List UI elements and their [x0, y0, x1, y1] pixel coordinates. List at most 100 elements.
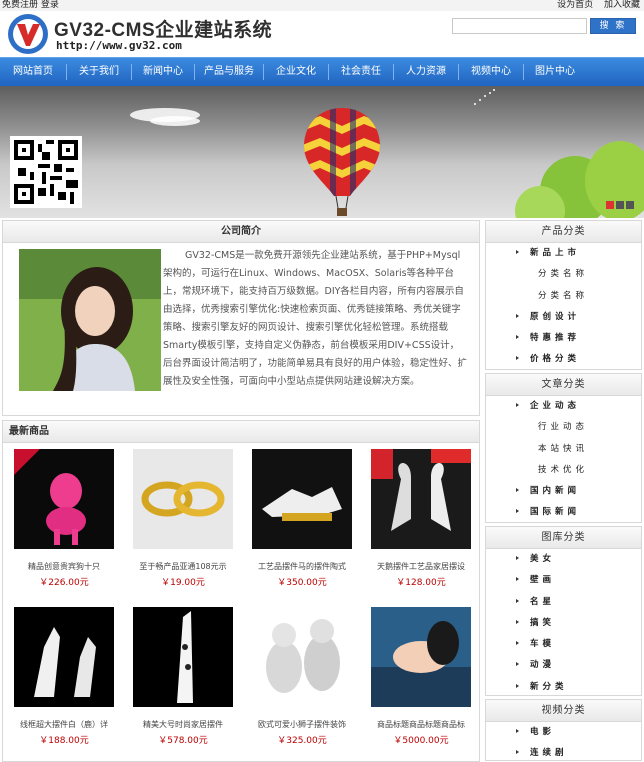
product-name[interactable]: 天鹅摆件工艺品家居摆设: [365, 561, 477, 571]
category-item[interactable]: 搞笑: [486, 613, 641, 634]
product-card[interactable]: 精品创意贵宾狗十只 ￥226.00元: [8, 449, 120, 588]
category-label[interactable]: 技术优化: [538, 460, 588, 481]
product-name[interactable]: 商品标题商品标题商品标: [365, 719, 477, 729]
product-price: ￥325.00元: [277, 736, 327, 746]
set-home-link[interactable]: 设为首页: [557, 0, 593, 10]
category-item[interactable]: 美女: [486, 549, 641, 570]
product-card[interactable]: 线框超大摆件白（鹿）详 ￥188.00元: [8, 607, 120, 746]
category-item[interactable]: 名星: [486, 592, 641, 613]
product-image[interactable]: [133, 449, 233, 549]
product-card[interactable]: 精美大号时尚家居摆件 ￥578.00元: [127, 607, 239, 746]
category-label[interactable]: 原创设计: [530, 307, 580, 328]
category-label[interactable]: 车模: [530, 634, 555, 655]
category-label[interactable]: 新品上市: [530, 243, 580, 264]
category-item[interactable]: 壁画: [486, 570, 641, 591]
category-item[interactable]: 原创设计: [486, 307, 641, 328]
category-item[interactable]: 企业动态: [486, 396, 641, 417]
hot-air-balloon-graphic: [304, 108, 380, 216]
category-label[interactable]: 国内新闻: [530, 481, 580, 502]
product-card[interactable]: 天鹅摆件工艺品家居摆设 ￥128.00元: [365, 449, 477, 588]
category-label[interactable]: 搞笑: [530, 613, 555, 634]
product-card[interactable]: 工艺品摆件马的摆件陶式 ￥350.00元: [246, 449, 358, 588]
category-item[interactable]: 分类名称: [486, 264, 641, 285]
product-photo: [133, 607, 233, 707]
product-name[interactable]: 至于畅产品亚通108元示: [127, 561, 239, 571]
product-name[interactable]: 工艺品摆件马的摆件陶式: [246, 561, 358, 571]
company-photo-image: [19, 249, 161, 391]
category-item[interactable]: 技术优化: [486, 460, 641, 481]
product-name[interactable]: 线框超大摆件白（鹿）详: [8, 719, 120, 729]
search-button[interactable]: 搜 索: [590, 18, 636, 34]
hero-banner[interactable]: [0, 86, 644, 218]
category-item[interactable]: 价格分类: [486, 349, 641, 370]
qr-code: [10, 136, 82, 208]
video-category-title: 视频分类: [486, 700, 641, 722]
product-image[interactable]: [371, 449, 471, 549]
category-label[interactable]: 电影: [530, 722, 555, 743]
site-logo-icon[interactable]: [6, 13, 50, 55]
product-name[interactable]: 精美大号时尚家居摆件: [127, 719, 239, 729]
product-name[interactable]: 精品创意贵宾狗十只: [8, 561, 120, 571]
category-label[interactable]: 名星: [530, 592, 555, 613]
category-label[interactable]: 企业动态: [530, 396, 580, 417]
category-label[interactable]: 分类名称: [538, 286, 588, 307]
banner-pager: [604, 201, 634, 212]
category-label[interactable]: 壁画: [530, 570, 555, 591]
product-name[interactable]: 欧式可爱小狮子摆件装饰: [246, 719, 358, 729]
product-card[interactable]: 商品标题商品标题商品标 ￥5000.00元: [365, 607, 477, 746]
bullet-icon: [516, 556, 519, 560]
category-item[interactable]: 连续剧: [486, 743, 641, 762]
category-item[interactable]: 行业动态: [486, 417, 641, 438]
bullet-icon: [516, 313, 519, 318]
banner-dot[interactable]: [606, 201, 614, 209]
category-label[interactable]: 行业动态: [538, 417, 588, 438]
category-label[interactable]: 美女: [530, 549, 555, 570]
nav-responsibility[interactable]: 社会责任: [329, 58, 393, 86]
nav-culture[interactable]: 企业文化: [264, 58, 328, 86]
category-item[interactable]: 特惠推荐: [486, 328, 641, 349]
category-item[interactable]: 电影: [486, 722, 641, 743]
category-item[interactable]: 新分类: [486, 677, 641, 698]
category-item[interactable]: 国际新闻: [486, 502, 641, 523]
banner-dot[interactable]: [616, 201, 624, 209]
category-item[interactable]: 动漫: [486, 655, 641, 676]
category-label[interactable]: 分类名称: [538, 264, 588, 285]
bullet-icon: [516, 577, 519, 582]
product-card[interactable]: 欧式可爱小狮子摆件装饰 ￥325.00元: [246, 607, 358, 746]
nav-products[interactable]: 产品与服务: [195, 58, 263, 86]
category-item[interactable]: 新品上市: [486, 243, 641, 264]
bullet-icon: [516, 729, 519, 733]
category-label[interactable]: 国际新闻: [530, 502, 580, 523]
category-item[interactable]: 国内新闻: [486, 481, 641, 502]
nav-hr[interactable]: 人力资源: [394, 58, 458, 86]
add-favorite-link[interactable]: 加入收藏: [604, 0, 640, 10]
search-input[interactable]: [452, 18, 587, 34]
category-label[interactable]: 价格分类: [530, 349, 580, 370]
category-item[interactable]: 本站快讯: [486, 439, 641, 460]
banner-dot[interactable]: [626, 201, 634, 209]
category-item[interactable]: 分类名称: [486, 286, 641, 307]
nav-video[interactable]: 视频中心: [459, 58, 523, 86]
register-link[interactable]: 免费注册: [2, 0, 38, 10]
product-image[interactable]: [14, 449, 114, 549]
product-image[interactable]: [133, 607, 233, 707]
nav-home[interactable]: 网站首页: [0, 58, 66, 86]
category-label[interactable]: 动漫: [530, 655, 555, 676]
nav-about[interactable]: 关于我们: [67, 58, 131, 86]
article-category-panel: 文章分类 企业动态 行业动态 本站快讯 技术优化 国内新闻 国际新闻: [485, 373, 642, 523]
nav-news[interactable]: 新闻中心: [132, 58, 194, 86]
category-label[interactable]: 特惠推荐: [530, 328, 580, 349]
product-image[interactable]: [14, 607, 114, 707]
nav-gallery[interactable]: 图片中心: [524, 58, 586, 86]
product-image[interactable]: [371, 607, 471, 707]
login-link[interactable]: 登录: [41, 0, 59, 10]
product-card[interactable]: 至于畅产品亚通108元示 ￥19.00元: [127, 449, 239, 588]
product-image[interactable]: [252, 449, 352, 549]
category-item[interactable]: 车模: [486, 634, 641, 655]
main-nav: 网站首页 关于我们 新闻中心 产品与服务 企业文化 社会责任 人力资源 视频中心…: [0, 57, 644, 86]
product-image[interactable]: [252, 607, 352, 707]
category-label[interactable]: 连续剧: [530, 743, 568, 762]
category-label[interactable]: 新分类: [530, 677, 568, 698]
bullet-icon: [516, 598, 519, 603]
category-label[interactable]: 本站快讯: [538, 439, 588, 460]
